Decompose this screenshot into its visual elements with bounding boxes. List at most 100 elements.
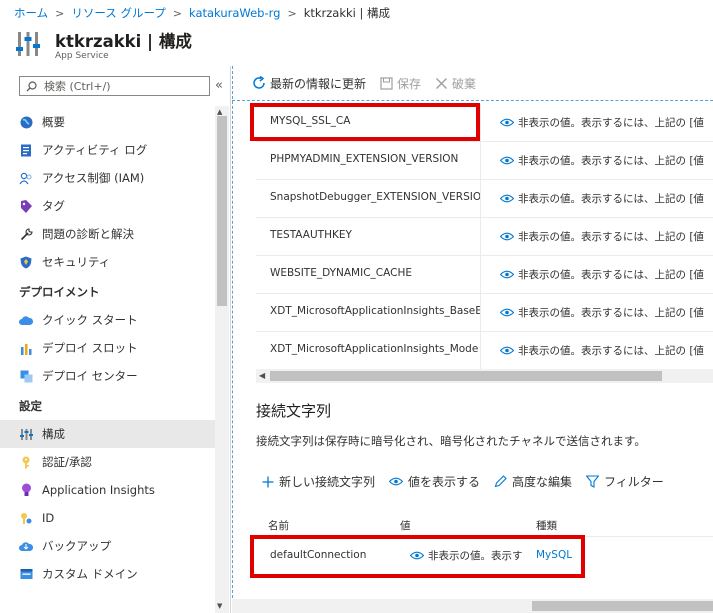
sidebar-scrollbar[interactable]: ▲ ▼ — [215, 106, 229, 613]
hidden-value-text: 非表示の値。表示するには、上記の [値 — [518, 345, 704, 357]
advanced-edit-label: 高度な編集 — [512, 475, 573, 489]
save-button[interactable]: 保存 — [380, 75, 421, 92]
column-header-type[interactable]: 種類 — [536, 518, 557, 533]
sidebar-item-custom-domains[interactable]: カスタム ドメイン — [0, 560, 215, 588]
page-header: ktkrzakki | 構成 App Service — [0, 26, 713, 64]
eye-icon — [500, 308, 514, 317]
sidebar-item-quickstart[interactable]: クイック スタート — [0, 306, 215, 334]
id-icon — [19, 511, 33, 525]
slots-icon — [19, 341, 33, 355]
table-row[interactable]: PHPMYADMIN_EXTENSION_VERSION 非表示の値。表示するに… — [256, 142, 713, 180]
hidden-value-text: 非表示の値。表示するには、上記の [値 — [518, 231, 704, 243]
table-row[interactable]: TESTAAUTHKEY 非表示の値。表示するには、上記の [値 — [256, 218, 713, 256]
focus-outline-top — [232, 100, 713, 101]
filter-icon — [586, 475, 600, 488]
refresh-button[interactable]: 最新の情報に更新 — [252, 75, 366, 92]
main-content: 最新の情報に更新 保存 破棄 MYSQL_SSL_CA 非表示の値。表示するには… — [232, 66, 713, 613]
table-row[interactable]: WEBSITE_DYNAMIC_CACHE 非表示の値。表示するには、上記の [… — [256, 256, 713, 294]
hidden-value-text: 非表示の値。表示するには、上記の [値 — [518, 269, 704, 281]
close-icon — [436, 77, 448, 89]
setting-name[interactable]: XDT_MicrosoftApplicationInsights_BaseExt… — [270, 305, 480, 317]
setting-value: 非表示の値。表示するには、上記の [値 — [500, 115, 704, 130]
shield-icon — [19, 255, 33, 269]
sidebar-item-label: アクティビティ ログ — [42, 143, 148, 157]
new-connection-string-button[interactable]: 新しい接続文字列 — [262, 473, 375, 490]
sidebar-item-identity[interactable]: ID — [0, 504, 215, 532]
setting-name[interactable]: TESTAAUTHKEY — [270, 229, 480, 241]
sidebar-item-deployment-slots[interactable]: デプロイ スロット — [0, 334, 215, 362]
sidebar-search-input[interactable]: 検索 (Ctrl+/) — [19, 76, 210, 96]
connection-strings-description: 接続文字列は保存時に暗号化され、暗号化されたチャネルで送信されます。 — [256, 434, 646, 448]
sidebar-item-label: カスタム ドメイン — [42, 567, 138, 581]
breadcrumb-separator: > — [287, 6, 297, 20]
breadcrumb: ホーム > リソース グループ > katakuraWeb-rg > ktkrz… — [0, 0, 713, 26]
breadcrumb-resource-group[interactable]: katakuraWeb-rg — [189, 6, 280, 20]
column-divider — [480, 180, 481, 217]
discard-button[interactable]: 破棄 — [435, 75, 476, 92]
setting-value: 非表示の値。表示するには、上記の [値 — [500, 153, 704, 168]
app-settings-horizontal-scrollbar[interactable]: ◀ — [256, 369, 713, 383]
column-header-value[interactable]: 値 — [400, 518, 411, 533]
sidebar-item-label: 概要 — [42, 115, 65, 129]
key-icon — [19, 455, 33, 469]
sidebar-item-authentication[interactable]: 認証/承認 — [0, 448, 215, 476]
refresh-icon — [253, 76, 265, 89]
setting-name[interactable]: WEBSITE_DYNAMIC_CACHE — [270, 267, 480, 279]
sidebar-item-configuration[interactable]: 構成 — [0, 420, 215, 448]
sidebar-nav: 概要 アクティビティ ログ アクセス制御 (IAM) タグ 問題の診断と解決 セ… — [0, 108, 215, 588]
main-horizontal-scrollbar[interactable] — [232, 599, 713, 613]
horizontal-scrollbar-thumb[interactable] — [270, 371, 662, 381]
show-values-button[interactable]: 値を表示する — [389, 473, 480, 490]
setting-name[interactable]: PHPMYADMIN_EXTENSION_VERSION — [270, 153, 480, 165]
column-divider — [480, 294, 481, 331]
save-label: 保存 — [397, 76, 422, 91]
setting-value: 非表示の値。表示するには、上記の [値 — [500, 343, 704, 358]
sidebar: 検索 (Ctrl+/) « 概要 アクティビティ ログ アクセス制御 (IAM)… — [0, 66, 231, 613]
breadcrumb-home[interactable]: ホーム — [14, 5, 48, 21]
sidebar-item-overview[interactable]: 概要 — [0, 108, 215, 136]
table-row[interactable]: XDT_MicrosoftApplicationInsights_Mode 非表… — [256, 332, 713, 370]
sidebar-item-label: タグ — [42, 199, 65, 213]
hidden-value-text: 非表示の値。表示するには、上記の [値 — [518, 155, 704, 167]
users-icon — [19, 171, 33, 185]
sidebar-item-access-control[interactable]: アクセス制御 (IAM) — [0, 164, 215, 192]
scroll-up-icon[interactable]: ▲ — [217, 108, 222, 116]
advanced-edit-button[interactable]: 高度な編集 — [494, 473, 572, 490]
sidebar-section-settings: 設定 — [19, 399, 42, 413]
page-subtitle: App Service — [55, 51, 109, 61]
setting-name[interactable]: SnapshotDebugger_EXTENSION_VERSION — [270, 191, 480, 203]
pencil-icon — [494, 475, 507, 488]
column-header-name[interactable]: 名前 — [268, 518, 289, 533]
table-row[interactable]: XDT_MicrosoftApplicationInsights_BaseExt… — [256, 294, 713, 332]
sidebar-item-backups[interactable]: バックアップ — [0, 532, 215, 560]
main-horizontal-scrollbar-thumb[interactable] — [532, 601, 713, 611]
sidebar-item-label: デプロイ スロット — [42, 341, 138, 355]
scroll-left-icon[interactable]: ◀ — [259, 371, 265, 380]
sidebar-item-label: ID — [42, 511, 55, 525]
sidebar-item-diagnose[interactable]: 問題の診断と解決 — [0, 220, 215, 248]
sidebar-item-label: 問題の診断と解決 — [42, 227, 134, 241]
app-configuration-icon — [16, 32, 40, 56]
collapse-sidebar-button[interactable]: « — [215, 78, 223, 93]
search-placeholder: 検索 (Ctrl+/) — [44, 80, 111, 93]
lightbulb-icon — [19, 483, 33, 497]
filter-button[interactable]: フィルター — [586, 473, 664, 490]
scroll-down-icon[interactable]: ▼ — [217, 602, 222, 610]
sidebar-scrollbar-thumb[interactable] — [217, 116, 227, 306]
sidebar-item-tags[interactable]: タグ — [0, 192, 215, 220]
breadcrumb-current: ktkrzakki | 構成 — [303, 6, 391, 20]
setting-name[interactable]: XDT_MicrosoftApplicationInsights_Mode — [270, 343, 480, 355]
column-divider — [480, 218, 481, 255]
focus-outline-left — [232, 66, 233, 613]
sidebar-section-deployment: デプロイメント — [19, 285, 100, 299]
breadcrumb-resource-groups[interactable]: リソース グループ — [71, 5, 165, 21]
show-values-label: 値を表示する — [408, 475, 481, 489]
sidebar-item-security[interactable]: セキュリティ — [0, 248, 215, 276]
table-row[interactable]: SnapshotDebugger_EXTENSION_VERSION 非表示の値… — [256, 180, 713, 218]
sidebar-item-activity-log[interactable]: アクティビティ ログ — [0, 136, 215, 164]
activity-log-icon — [19, 143, 33, 157]
wrench-icon — [19, 227, 33, 241]
sidebar-item-deployment-center[interactable]: デプロイ センター — [0, 362, 215, 390]
refresh-label: 最新の情報に更新 — [270, 76, 367, 91]
sidebar-item-application-insights[interactable]: Application Insights — [0, 476, 215, 504]
